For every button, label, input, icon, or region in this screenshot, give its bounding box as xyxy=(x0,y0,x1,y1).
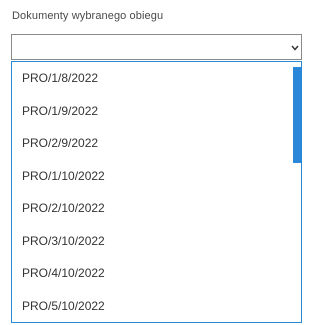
dropdown-option[interactable]: PRO/4/10/2022 xyxy=(12,257,301,290)
dropdown-option[interactable]: PRO/2/10/2022 xyxy=(12,192,301,225)
dropdown-option[interactable]: PRO/1/10/2022 xyxy=(12,160,301,193)
field-label: Dokumenty wybranego obiegu xyxy=(12,10,164,22)
scrollbar-thumb[interactable] xyxy=(293,67,301,163)
dropdown-option[interactable]: PRO/5/10/2022 xyxy=(12,290,301,323)
dropdown-option[interactable]: PRO/2/9/2022 xyxy=(12,127,301,160)
dropdown-option[interactable]: PRO/3/10/2022 xyxy=(12,225,301,258)
chevron-down-icon[interactable] xyxy=(291,45,299,51)
document-select-widget: Dokumenty wybranego obiegu PRO/1/8/2022 … xyxy=(0,0,304,325)
dropdown-list: PRO/1/8/2022 PRO/1/9/2022 PRO/2/9/2022 P… xyxy=(11,61,302,323)
dropdown-option[interactable]: PRO/1/9/2022 xyxy=(12,95,301,128)
dropdown-option[interactable]: PRO/1/8/2022 xyxy=(12,62,301,95)
document-select[interactable] xyxy=(11,34,302,60)
